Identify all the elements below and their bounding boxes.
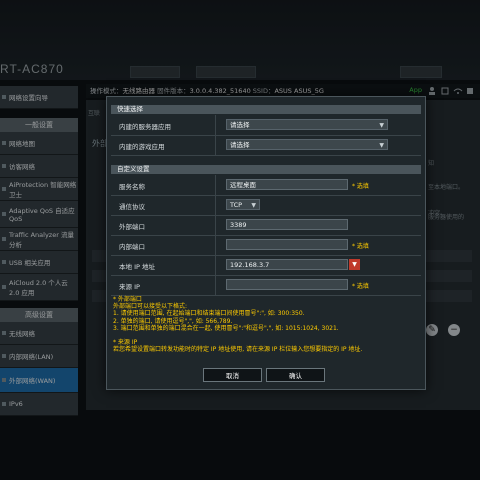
field-label: 内建的游戏应用 xyxy=(119,143,165,151)
ip-dropdown-button[interactable]: ▼ xyxy=(349,259,360,270)
internal-port-input[interactable] xyxy=(226,239,348,250)
game-app-row: 内建的游戏应用 请选择 ▼ xyxy=(111,135,421,156)
optional-hint: * 选填 xyxy=(352,243,369,250)
game-app-select[interactable]: 请选择 ▼ xyxy=(226,139,388,150)
internal-port-row: 内部端口 * 选填 xyxy=(111,235,421,256)
field-label: 服务名称 xyxy=(119,183,145,191)
protocol-select[interactable]: TCP ▼ xyxy=(226,199,260,210)
note-line: 若您希望设置端口转发功能时的特定 IP 地址使用, 请在来源 IP 栏位输入您想… xyxy=(113,346,363,354)
source-ip-input[interactable] xyxy=(226,279,348,290)
help-notes: * 外部端口 外部端口可以接受以下格式: 1. 请使用端口范围, 在起始端口和结… xyxy=(113,296,419,353)
field-label: 本地 IP 地址 xyxy=(119,263,155,271)
note-line: 2. 单独的端口, 请使用逗号",", 如: 566,789. xyxy=(113,317,233,325)
local-ip-row: 本地 IP 地址 192.168.3.7 ▼ xyxy=(111,255,421,276)
note-line: 3. 端口范围和单独的端口混合在一起, 使用冒号":"和逗号",", 如: 10… xyxy=(113,324,339,332)
ok-button[interactable]: 确认 xyxy=(266,368,325,382)
chevron-down-icon: ▼ xyxy=(352,261,357,268)
server-app-row: 内建的服务器应用 请选择 ▼ xyxy=(111,115,421,136)
chevron-down-icon: ▼ xyxy=(251,202,256,209)
cancel-button[interactable]: 取消 xyxy=(203,368,262,382)
port-forwarding-dialog: 快速选择 内建的服务器应用 请选择 ▼ 内建的游戏应用 请选择 ▼ 自定义设置 服务… xyxy=(106,96,426,390)
source-ip-row: 来源 IP * 选填 xyxy=(111,275,421,296)
field-label: 内部端口 xyxy=(119,243,145,251)
optional-hint: * 选填 xyxy=(352,283,369,290)
service-name-row: 服务名称 远程桌面 * 选填 xyxy=(111,175,421,196)
quick-select-header: 快速选择 xyxy=(111,105,421,114)
note-spacer xyxy=(113,332,419,339)
external-port-row: 外部端口 3389 xyxy=(111,215,421,236)
optional-hint: * 选填 xyxy=(352,183,369,190)
protocol-row: 通信协议 TCP ▼ xyxy=(111,195,421,216)
chevron-down-icon: ▼ xyxy=(379,142,384,149)
server-app-select[interactable]: 请选择 ▼ xyxy=(226,119,388,130)
field-label: 通信协议 xyxy=(119,203,145,211)
field-label: 外部端口 xyxy=(119,223,145,231)
local-ip-input[interactable]: 192.168.3.7 xyxy=(226,259,348,270)
external-port-input[interactable]: 3389 xyxy=(226,219,348,230)
note-line: 1. 请使用端口范围, 在起始端口和结束端口间使用冒号":", 如: 300:3… xyxy=(113,310,305,318)
field-label: 来源 IP xyxy=(119,283,140,291)
custom-settings-header: 自定义设置 xyxy=(111,165,421,174)
field-label: 内建的服务器应用 xyxy=(119,123,171,131)
chevron-down-icon: ▼ xyxy=(379,122,384,129)
service-name-input[interactable]: 远程桌面 xyxy=(226,179,348,190)
